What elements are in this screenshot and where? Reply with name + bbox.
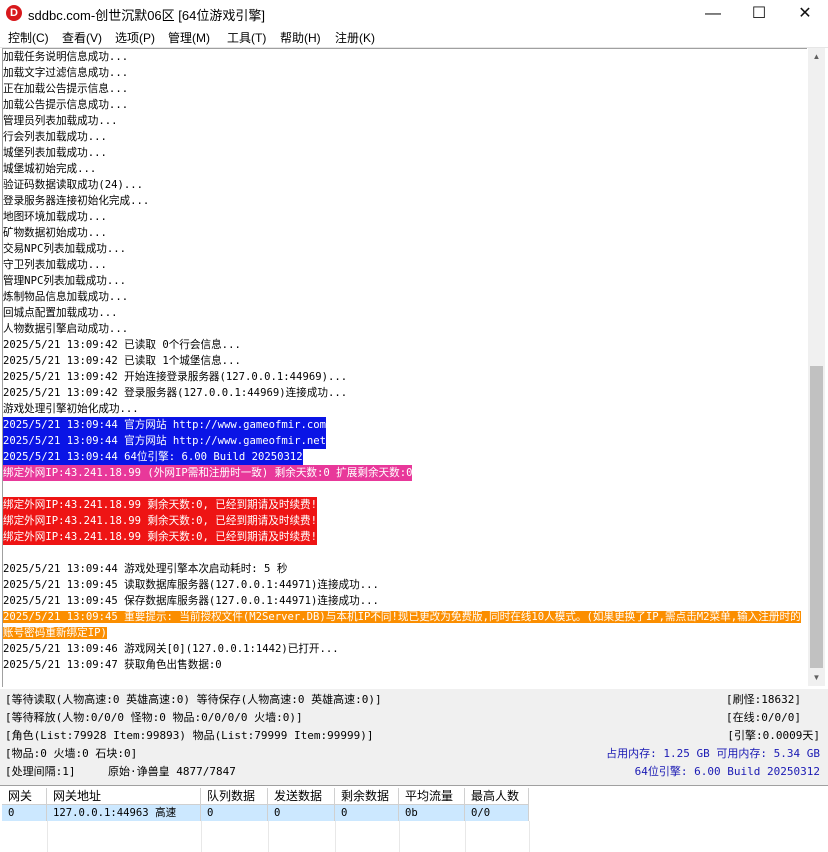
- window-title: sddbc.com-创世沉默06区 [64位游戏引擎]: [28, 8, 265, 23]
- log-line: 2025/5/21 13:09:47 获取角色出售数据:0: [3, 659, 222, 671]
- log-line: 地图环境加载成功...: [3, 211, 107, 223]
- status-map-info: 原始·诤兽皇 4877/7847: [108, 765, 236, 778]
- status-memory: 占用内存: 1.25 GB 可用内存: 5.34 GB: [606, 747, 820, 760]
- scroll-up-arrow-icon[interactable]: ▲: [808, 48, 825, 65]
- minimize-button[interactable]: —: [690, 0, 736, 27]
- log-line: 城堡城初始完成...: [3, 163, 97, 175]
- log-line: 2025/5/21 13:09:46 游戏网关[0](127.0.0.1:144…: [3, 643, 339, 655]
- menu-bar: 控制(C) 查看(V) 选项(P) 管理(M) 工具(T) 帮助(H) 注册(K…: [0, 27, 828, 48]
- log-line: 正在加载公告提示信息...: [3, 83, 129, 95]
- maximize-button[interactable]: ☐: [736, 0, 782, 27]
- log-panel[interactable]: 加载任务说明信息成功... 加载文字过滤信息成功... 正在加载公告提示信息..…: [2, 48, 807, 687]
- log-line: 2025/5/21 13:09:44 游戏处理引擎本次启动耗时: 5 秒: [3, 563, 288, 575]
- menu-tools[interactable]: 工具(T): [227, 29, 266, 46]
- log-line: 行会列表加载成功...: [3, 131, 107, 143]
- log-line: 游戏处理引擎初始化成功...: [3, 403, 139, 415]
- col-header-remaining[interactable]: 剩余数据: [335, 788, 399, 805]
- menu-control[interactable]: 控制(C): [8, 29, 49, 46]
- log-line: 炼制物品信息加载成功...: [3, 291, 129, 303]
- column-divider: [529, 821, 530, 852]
- log-line-license-notice: 2025/5/21 13:09:45 重要提示: 当前授权文件(M2Server…: [3, 611, 801, 639]
- log-line: 交易NPC列表加载成功...: [3, 243, 127, 255]
- col-header-sent[interactable]: 发送数据: [268, 788, 335, 805]
- col-header-avg-traffic[interactable]: 平均流量: [399, 788, 465, 805]
- column-divider: [399, 821, 400, 852]
- log-line-website: 2025/5/21 13:09:44 官方网站 http://www.gameo…: [3, 417, 327, 433]
- status-engine-version: 64位引擎: 6.00 Build 20250312: [634, 765, 820, 778]
- scroll-down-arrow-icon[interactable]: ▼: [808, 669, 825, 686]
- log-blank-line: [3, 481, 807, 497]
- col-header-address[interactable]: 网关地址: [47, 788, 201, 805]
- cell-sent[interactable]: 0: [268, 805, 335, 821]
- status-monster-refresh: [刷怪:18632]: [726, 693, 801, 706]
- log-line: 2025/5/21 13:09:45 保存数据库服务器(127.0.0.1:44…: [3, 595, 379, 607]
- log-line: 守卫列表加载成功...: [3, 259, 107, 271]
- log-line-website: 2025/5/21 13:09:44 官方网站 http://www.gameo…: [3, 433, 327, 449]
- status-items: [物品:0 火墙:0 石块:0]: [5, 747, 138, 760]
- log-blank-line: [3, 545, 807, 561]
- log-line: 矿物数据初始成功...: [3, 227, 107, 239]
- status-queue: [等待读取(人物高速:0 英雄高速:0) 等待保存(人物高速:0 英雄高速:0)…: [5, 693, 382, 706]
- col-header-queue[interactable]: 队列数据: [201, 788, 268, 805]
- log-line-expired-warning: 绑定外网IP:43.241.18.99 剩余天数:0, 已经到期请及时续费!: [3, 513, 318, 529]
- cell-remaining[interactable]: 0: [335, 805, 399, 821]
- log-line: 加载公告提示信息成功...: [3, 99, 129, 111]
- column-divider: [201, 821, 202, 852]
- log-line: 城堡列表加载成功...: [3, 147, 107, 159]
- log-line: 2025/5/21 13:09:42 登录服务器(127.0.0.1:44969…: [3, 387, 348, 399]
- status-engine-days: [引擎:0.0009天]: [727, 729, 820, 742]
- column-divider: [465, 821, 466, 852]
- cell-gateway-id[interactable]: 0: [2, 805, 47, 821]
- log-line: 加载文字过滤信息成功...: [3, 67, 129, 79]
- menu-help[interactable]: 帮助(H): [280, 29, 321, 46]
- log-line-expired-warning: 绑定外网IP:43.241.18.99 剩余天数:0, 已经到期请及时续费!: [3, 529, 318, 545]
- cell-gateway-address[interactable]: 127.0.0.1:44963 高速: [47, 805, 201, 821]
- cell-queue[interactable]: 0: [201, 805, 268, 821]
- status-roles: [角色(List:79928 Item:99893) 物品(List:79999…: [5, 729, 374, 742]
- log-line: 管理NPC列表加载成功...: [3, 275, 127, 287]
- gateway-table: 网关 网关地址 队列数据 发送数据 剩余数据 平均流量 最高人数 0 127.0…: [0, 785, 828, 852]
- menu-register[interactable]: 注册(K): [335, 29, 375, 46]
- menu-options[interactable]: 选项(P): [115, 29, 155, 46]
- log-line-bind-ip: 绑定外网IP:43.241.18.99 (外网IP需和注册时一致) 剩余天数:0…: [3, 465, 413, 481]
- log-line: 人物数据引擎启动成功...: [3, 323, 129, 335]
- log-line: 加载任务说明信息成功...: [3, 51, 129, 63]
- status-interval: [处理间隔:1]: [5, 765, 76, 778]
- app-icon: D: [6, 5, 22, 21]
- close-button[interactable]: ✕: [782, 0, 828, 27]
- status-panel: [等待读取(人物高速:0 英雄高速:0) 等待保存(人物高速:0 英雄高速:0)…: [0, 689, 828, 785]
- title-bar: D sddbc.com-创世沉默06区 [64位游戏引擎] — ☐ ✕: [0, 0, 828, 27]
- cell-max-users[interactable]: 0/0: [465, 805, 529, 821]
- column-divider: [268, 821, 269, 852]
- status-release: [等待释放(人物:0/0/0 怪物:0 物品:0/0/0/0 火墙:0)]: [5, 711, 303, 724]
- log-line: 2025/5/21 13:09:42 已读取 1个城堡信息...: [3, 355, 241, 367]
- scroll-thumb[interactable]: [810, 366, 823, 668]
- log-line-engine-version: 2025/5/21 13:09:44 64位引擎: 6.00 Build 202…: [3, 449, 303, 465]
- log-line: 2025/5/21 13:09:42 开始连接登录服务器(127.0.0.1:4…: [3, 371, 348, 383]
- menu-manage[interactable]: 管理(M): [168, 29, 210, 46]
- log-line: 管理员列表加载成功...: [3, 115, 118, 127]
- column-divider: [47, 821, 48, 852]
- menu-view[interactable]: 查看(V): [62, 29, 102, 46]
- log-line: 验证码数据读取成功(24)...: [3, 179, 143, 191]
- log-line: 登录服务器连接初始化完成...: [3, 195, 150, 207]
- col-header-gateway[interactable]: 网关: [2, 788, 47, 805]
- col-header-max-users[interactable]: 最高人数: [465, 788, 529, 805]
- log-line-expired-warning: 绑定外网IP:43.241.18.99 剩余天数:0, 已经到期请及时续费!: [3, 497, 318, 513]
- status-online: [在线:0/0/0]: [726, 711, 801, 724]
- column-divider: [335, 821, 336, 852]
- log-line: 2025/5/21 13:09:45 读取数据库服务器(127.0.0.1:44…: [3, 579, 379, 591]
- log-line: 2025/5/21 13:09:42 已读取 0个行会信息...: [3, 339, 241, 351]
- log-line: 回城点配置加载成功...: [3, 307, 118, 319]
- cell-avg-traffic[interactable]: 0b: [399, 805, 465, 821]
- log-scrollbar[interactable]: ▲ ▼: [808, 48, 825, 686]
